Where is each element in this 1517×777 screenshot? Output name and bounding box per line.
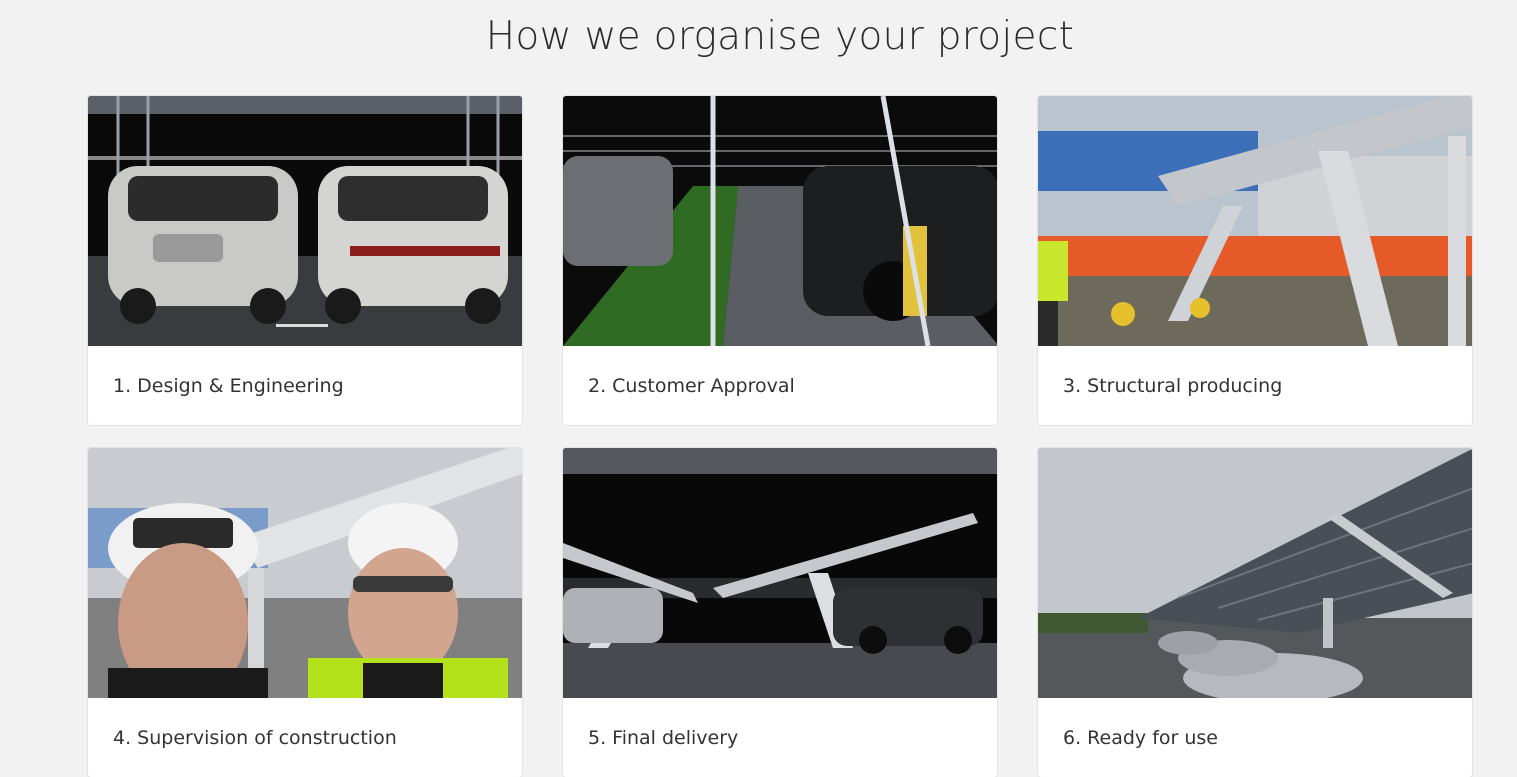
- step-card-5[interactable]: 5. Final delivery: [562, 447, 998, 777]
- step-card-6[interactable]: 6. Ready for use: [1037, 447, 1473, 777]
- step-label-3: 3. Structural producing: [1063, 375, 1283, 397]
- step-image-6: [1038, 448, 1472, 698]
- step-card-1[interactable]: 1. Design & Engineering: [87, 95, 523, 426]
- step-card-4[interactable]: 4. Supervision of construction: [87, 447, 523, 777]
- step-card-3[interactable]: 3. Structural producing: [1037, 95, 1473, 426]
- step-image-2: [563, 96, 997, 346]
- step-image-1: [88, 96, 522, 346]
- step-label-6: 6. Ready for use: [1063, 727, 1218, 749]
- step-image-3: [1038, 96, 1472, 346]
- step-image-5: [563, 448, 997, 698]
- step-card-2[interactable]: 2. Customer Approval: [562, 95, 998, 426]
- step-label-1: 1. Design & Engineering: [113, 375, 344, 397]
- process-section: How we organise your project 1. Design &…: [0, 0, 1517, 777]
- step-image-4: [88, 448, 522, 698]
- step-label-4: 4. Supervision of construction: [113, 727, 397, 749]
- section-title: How we organise your project: [485, 14, 1075, 59]
- step-label-2: 2. Customer Approval: [588, 375, 795, 397]
- step-label-5: 5. Final delivery: [588, 727, 739, 749]
- steps-grid: 1. Design & Engineering 2. Customer Appr…: [87, 95, 1473, 777]
